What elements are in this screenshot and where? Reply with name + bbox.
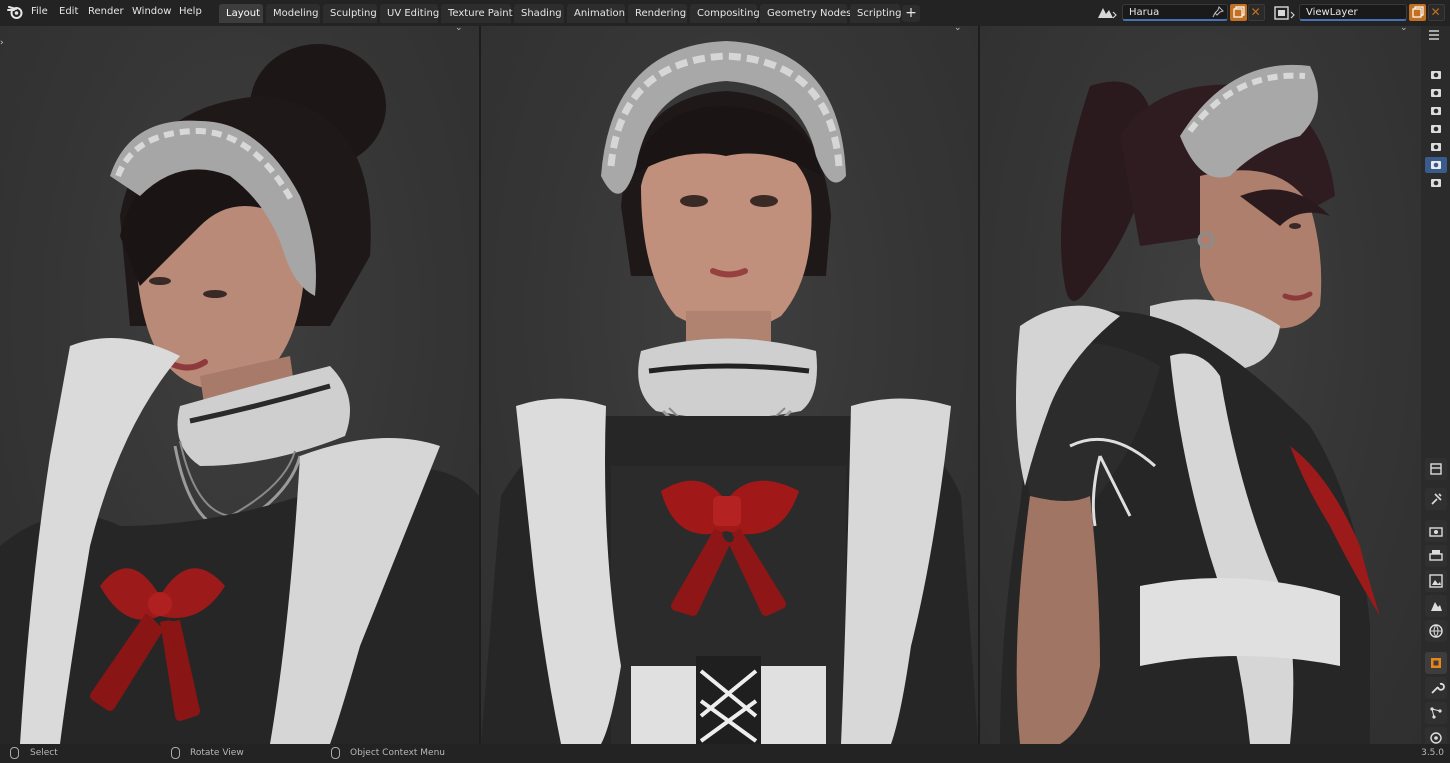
menu-file[interactable]: File	[31, 6, 48, 17]
object-icon	[1431, 658, 1441, 668]
camera-icon	[1431, 143, 1441, 151]
camera-item-selected[interactable]	[1425, 157, 1447, 173]
camera-item[interactable]	[1425, 139, 1447, 155]
outliner-icon[interactable]	[1427, 28, 1441, 42]
menu-edit[interactable]: Edit	[59, 6, 78, 17]
mouse-right-icon	[331, 747, 340, 759]
tool-icon	[1431, 493, 1442, 505]
tab-animation[interactable]: Animation	[567, 4, 625, 23]
tab-compositing[interactable]: Compositing	[690, 4, 760, 23]
mouse-middle-icon	[171, 747, 180, 759]
close-icon	[1252, 8, 1260, 16]
tab-shading[interactable]: Shading	[514, 4, 564, 23]
wrench-icon	[1431, 682, 1445, 694]
viewport-right[interactable]: ‹› ⌄	[980, 26, 1421, 744]
properties-editor-type-button[interactable]	[1425, 458, 1447, 480]
tab-sculpting[interactable]: Sculpting	[323, 4, 377, 23]
chevron-down-icon[interactable]: ⌄	[455, 26, 463, 33]
camera-item[interactable]	[1425, 67, 1447, 83]
tab-modeling[interactable]: Modeling	[266, 4, 320, 23]
tab-view-layer[interactable]	[1425, 570, 1447, 592]
menu-window[interactable]: Window	[132, 6, 171, 17]
close-icon	[1432, 8, 1440, 16]
properties-sidebar	[1421, 26, 1450, 749]
render-figure-center	[481, 41, 978, 744]
status-select: Select	[30, 748, 58, 758]
camera-item[interactable]	[1425, 85, 1447, 101]
viewport-area: ⌄ › ⌄ ⌄	[0, 26, 1421, 744]
printer-icon	[1429, 550, 1443, 561]
camera-icon	[1431, 107, 1441, 115]
status-bar: Select Rotate View Object Context Menu 3…	[0, 744, 1450, 763]
delete-view-layer-button[interactable]	[1428, 4, 1445, 21]
menu-render[interactable]: Render	[88, 6, 124, 17]
camera-icon	[1431, 179, 1441, 187]
status-context-menu: Object Context Menu	[350, 748, 446, 758]
view-layer-name-field[interactable]: ViewLayer	[1299, 4, 1407, 21]
tab-scripting[interactable]: Scripting	[850, 4, 901, 23]
tab-geometry-nodes[interactable]: Geometry Nodes	[760, 4, 851, 23]
tab-texture-paint[interactable]: Texture Paint	[441, 4, 513, 23]
blender-logo-icon[interactable]	[7, 4, 23, 20]
tab-modifiers[interactable]	[1425, 677, 1447, 699]
scene-icon[interactable]	[1094, 4, 1118, 22]
render-icon	[1429, 527, 1443, 537]
tab-render[interactable]	[1425, 520, 1447, 542]
chevron-down-icon[interactable]: ⌄	[1400, 26, 1408, 33]
tab-world[interactable]	[1425, 620, 1447, 642]
expand-toolbar-icon[interactable]: ›	[0, 38, 3, 48]
chevron-down-icon[interactable]: ⌄	[954, 26, 962, 33]
tab-rendering[interactable]: Rendering	[628, 4, 687, 23]
delete-scene-button[interactable]	[1248, 4, 1265, 21]
viewport-center[interactable]: ‹› ⌄	[481, 26, 978, 744]
render-figure-left	[0, 44, 479, 744]
camera-item[interactable]	[1425, 103, 1447, 119]
tab-object[interactable]	[1425, 652, 1447, 674]
scene-props-icon	[1431, 602, 1442, 611]
menu-help[interactable]: Help	[179, 6, 202, 17]
world-icon	[1429, 624, 1443, 638]
new-scene-button[interactable]	[1230, 4, 1247, 21]
camera-icon	[1431, 161, 1441, 169]
tab-uv-editing[interactable]: UV Editing	[380, 4, 439, 23]
new-view-layer-button[interactable]	[1409, 4, 1426, 21]
version-label: 3.5.0	[1421, 748, 1444, 758]
top-bar: File Edit Render Window Help Layout Mode…	[0, 0, 1450, 26]
new-copy-icon	[1233, 6, 1245, 18]
viewport-left[interactable]: ⌄ ›	[0, 26, 479, 744]
add-workspace-button[interactable]: +	[902, 5, 920, 22]
camera-icon	[1431, 71, 1441, 79]
camera-icon	[1431, 89, 1441, 97]
tab-particles[interactable]	[1425, 702, 1447, 724]
tab-layout[interactable]: Layout	[219, 4, 263, 23]
camera-icon	[1431, 125, 1441, 133]
new-copy-icon	[1412, 6, 1424, 18]
pin-icon[interactable]	[1212, 6, 1224, 18]
mouse-left-icon	[10, 747, 19, 759]
view-layer-icon[interactable]	[1272, 4, 1296, 22]
camera-item[interactable]	[1425, 175, 1447, 191]
properties-icon	[1430, 463, 1442, 475]
tab-output[interactable]	[1425, 545, 1447, 567]
tab-tool[interactable]	[1425, 488, 1447, 510]
image-icon	[1429, 574, 1443, 588]
tab-scene[interactable]	[1425, 595, 1447, 617]
particles-icon	[1430, 707, 1442, 719]
camera-item[interactable]	[1425, 121, 1447, 137]
render-figure-right	[1000, 64, 1380, 744]
status-rotate: Rotate View	[190, 748, 244, 758]
